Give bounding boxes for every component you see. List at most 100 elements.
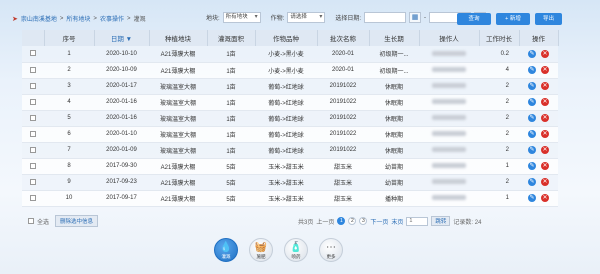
row-checkbox[interactable] (30, 82, 36, 89)
table-cell: 休眠期 (384, 132, 403, 139)
row-checkbox[interactable] (30, 146, 36, 153)
table-cell: 2 (505, 179, 509, 185)
edit-icon[interactable]: ✎ (528, 114, 536, 122)
edit-icon[interactable]: ✎ (528, 130, 536, 138)
page-jump-input[interactable]: 1 (406, 216, 429, 226)
breadcrumb-farm-ops[interactable]: 农事操作 (100, 14, 124, 23)
table-cell: 0.2 (500, 50, 509, 57)
edit-icon[interactable]: ✎ (528, 66, 536, 74)
redacted-operator (432, 194, 466, 200)
table-cell: 玉米->甜玉米 (268, 196, 304, 203)
table-cell: 2 (505, 83, 509, 89)
row-checkbox[interactable] (30, 114, 36, 121)
table-cell: 葡萄->红地球 (268, 148, 304, 155)
table-cell: 玉米->甜玉米 (268, 180, 304, 187)
row-checkbox[interactable] (30, 194, 36, 201)
delete-icon[interactable]: ✕ (541, 114, 549, 122)
row-checkbox[interactable] (30, 50, 36, 57)
delete-icon[interactable]: ✕ (541, 130, 549, 138)
page-count: 共3页 (298, 219, 314, 226)
prev-page-link[interactable]: 上一页 (316, 217, 334, 226)
delete-icon[interactable]: ✕ (541, 162, 549, 170)
header-cell (22, 30, 45, 46)
table-row[interactable]: 10 2017-09-17 A21薄膜大棚 5亩 玉米->甜玉米 甜玉米 播种期 1 ✎ ✕ (22, 190, 558, 207)
table-cell: 2020-01 (331, 50, 355, 57)
redacted-operator (432, 130, 466, 136)
table-cell: A21薄膜大棚 (160, 68, 196, 75)
table-row[interactable]: 1 2020-10-10 A21薄膜大棚 1亩 小麦->黑小麦 2020-01 初级期一..… (22, 46, 558, 63)
redacted-operator (432, 114, 466, 120)
table-cell: 3 (67, 83, 71, 89)
breadcrumb: ➤ 崇山南溪基地 > 所有地块 > 农事操作 > 灌溉 (12, 14, 146, 24)
header-cell-date-sort[interactable]: 日期 ▼ (94, 30, 150, 46)
table-row[interactable]: 8 2017-09-30 A21薄膜大棚 5亩 玉米->甜玉米 甜玉米 幼苗期 1 ✎ ✕ (22, 158, 558, 175)
table-row[interactable]: 2 2020-10-09 A21薄膜大棚 1亩 小麦->黑小麦 2020-01 初级期一..… (22, 62, 558, 79)
breadcrumb-base[interactable]: 崇山南溪基地 (21, 14, 57, 23)
edit-icon[interactable]: ✎ (528, 49, 536, 58)
delete-icon[interactable]: ✕ (541, 98, 549, 106)
export-button[interactable]: 导出 (535, 13, 562, 25)
row-checkbox[interactable] (30, 162, 36, 169)
table-row[interactable]: 6 2020-01-10 玻璃温室大棚 1亩 葡萄->红地球 20191022 休眠期 2 ✎ ✕ (22, 126, 558, 143)
edit-icon[interactable]: ✎ (528, 98, 536, 106)
page-3-button[interactable]: 3 (359, 217, 368, 225)
calendar-icon[interactable]: ▦ (409, 12, 422, 23)
dock-item-more[interactable]: ⋯ 更多 (319, 238, 343, 262)
dock-item-irrigation[interactable]: 💧 灌溉 (214, 238, 238, 262)
table-row[interactable]: 5 2020-01-16 玻璃温室大棚 1亩 葡萄->红地球 20191022 休眠期 2 ✎ ✕ (22, 110, 558, 127)
crop-select[interactable]: 请选择 (287, 12, 326, 23)
query-button[interactable]: 查询 (457, 13, 491, 25)
table-row[interactable]: 7 2020-01-09 玻璃温室大棚 1亩 葡萄->红地球 20191022 休眠期 2 ✎ ✕ (22, 142, 558, 159)
table-cell: 小麦->黑小麦 (268, 68, 304, 75)
breadcrumb-plot[interactable]: 所有地块 (66, 14, 90, 23)
table-row[interactable]: 9 2017-09-23 A21薄膜大棚 5亩 玉米->甜玉米 甜玉米 幼苗期 2 ✎ ✕ (22, 174, 558, 191)
page-2-button[interactable]: 2 (348, 217, 357, 225)
delete-icon[interactable]: ✕ (541, 49, 549, 58)
header-cell: 序号 (44, 30, 95, 46)
add-button[interactable]: + 新增 (496, 13, 530, 25)
last-page-link[interactable]: 末页 (391, 217, 403, 226)
row-checkbox[interactable] (30, 98, 36, 105)
page-1-button[interactable]: 1 (337, 217, 346, 225)
delete-icon[interactable]: ✕ (541, 178, 549, 186)
table-cell: 休眠期 (384, 84, 403, 91)
row-checkbox[interactable] (30, 66, 36, 73)
delete-icon[interactable]: ✕ (541, 82, 549, 90)
table-header-row: 序号 日期 ▼ 种植地块 灌溉面积 作物品种 批次名称 生长期 操作人 工作时长… (22, 30, 559, 46)
table-row[interactable]: 4 2020-01-16 玻璃温室大棚 1亩 葡萄->红地球 20191022 休眠期 2 ✎ ✕ (22, 94, 558, 111)
delete-icon[interactable]: ✕ (541, 194, 549, 202)
header-cell: 生长期 (369, 30, 420, 46)
row-checkbox[interactable] (30, 178, 36, 185)
next-page-link[interactable]: 下一页 (370, 217, 388, 226)
select-all-checkbox[interactable] (28, 218, 34, 224)
table-cell: 2020-01 (331, 67, 355, 73)
delete-icon[interactable]: ✕ (541, 66, 549, 74)
redacted-operator (432, 178, 466, 184)
edit-icon[interactable]: ✎ (528, 82, 536, 90)
table-cell: 5亩 (226, 164, 236, 171)
table-cell: 1 (505, 163, 509, 169)
jump-button[interactable]: 跳转 (431, 216, 451, 226)
table-row[interactable]: 3 2020-01-17 玻璃温室大棚 1亩 葡萄->红地球 20191022 休眠期 2 ✎ ✕ (22, 78, 558, 95)
table-cell: 休眠期 (384, 100, 403, 107)
filter-bar: 地块: 所有地块 作物: 请选择 选择日期: ▦ - ▦ (206, 12, 487, 23)
edit-icon[interactable]: ✎ (528, 162, 536, 170)
plot-select[interactable]: 所有地块 (222, 12, 261, 23)
table-cell: 9 (67, 179, 71, 185)
edit-icon[interactable]: ✎ (528, 194, 536, 202)
dock-item-fertilize[interactable]: 🧺 施肥 (249, 238, 273, 262)
row-checkbox[interactable] (30, 130, 36, 137)
table-cell: 5亩 (226, 180, 236, 187)
start-date-input[interactable] (364, 12, 407, 23)
table-cell: 初级期一... (379, 68, 409, 75)
edit-icon[interactable]: ✎ (528, 178, 536, 186)
delete-icon[interactable]: ✕ (541, 146, 549, 154)
header-cell: 操作人 (419, 30, 480, 46)
table-cell: 葡萄->红地球 (268, 132, 304, 139)
table-cell: 葡萄->红地球 (268, 100, 304, 107)
header-cell: 作物品种 (255, 30, 318, 46)
table-cell: 2020-10-10 (106, 50, 137, 57)
dock-item-spray[interactable]: 🧴 喷药 (284, 238, 308, 262)
delete-selected-button[interactable]: 删除选中信息 (55, 215, 99, 227)
edit-icon[interactable]: ✎ (528, 146, 536, 154)
